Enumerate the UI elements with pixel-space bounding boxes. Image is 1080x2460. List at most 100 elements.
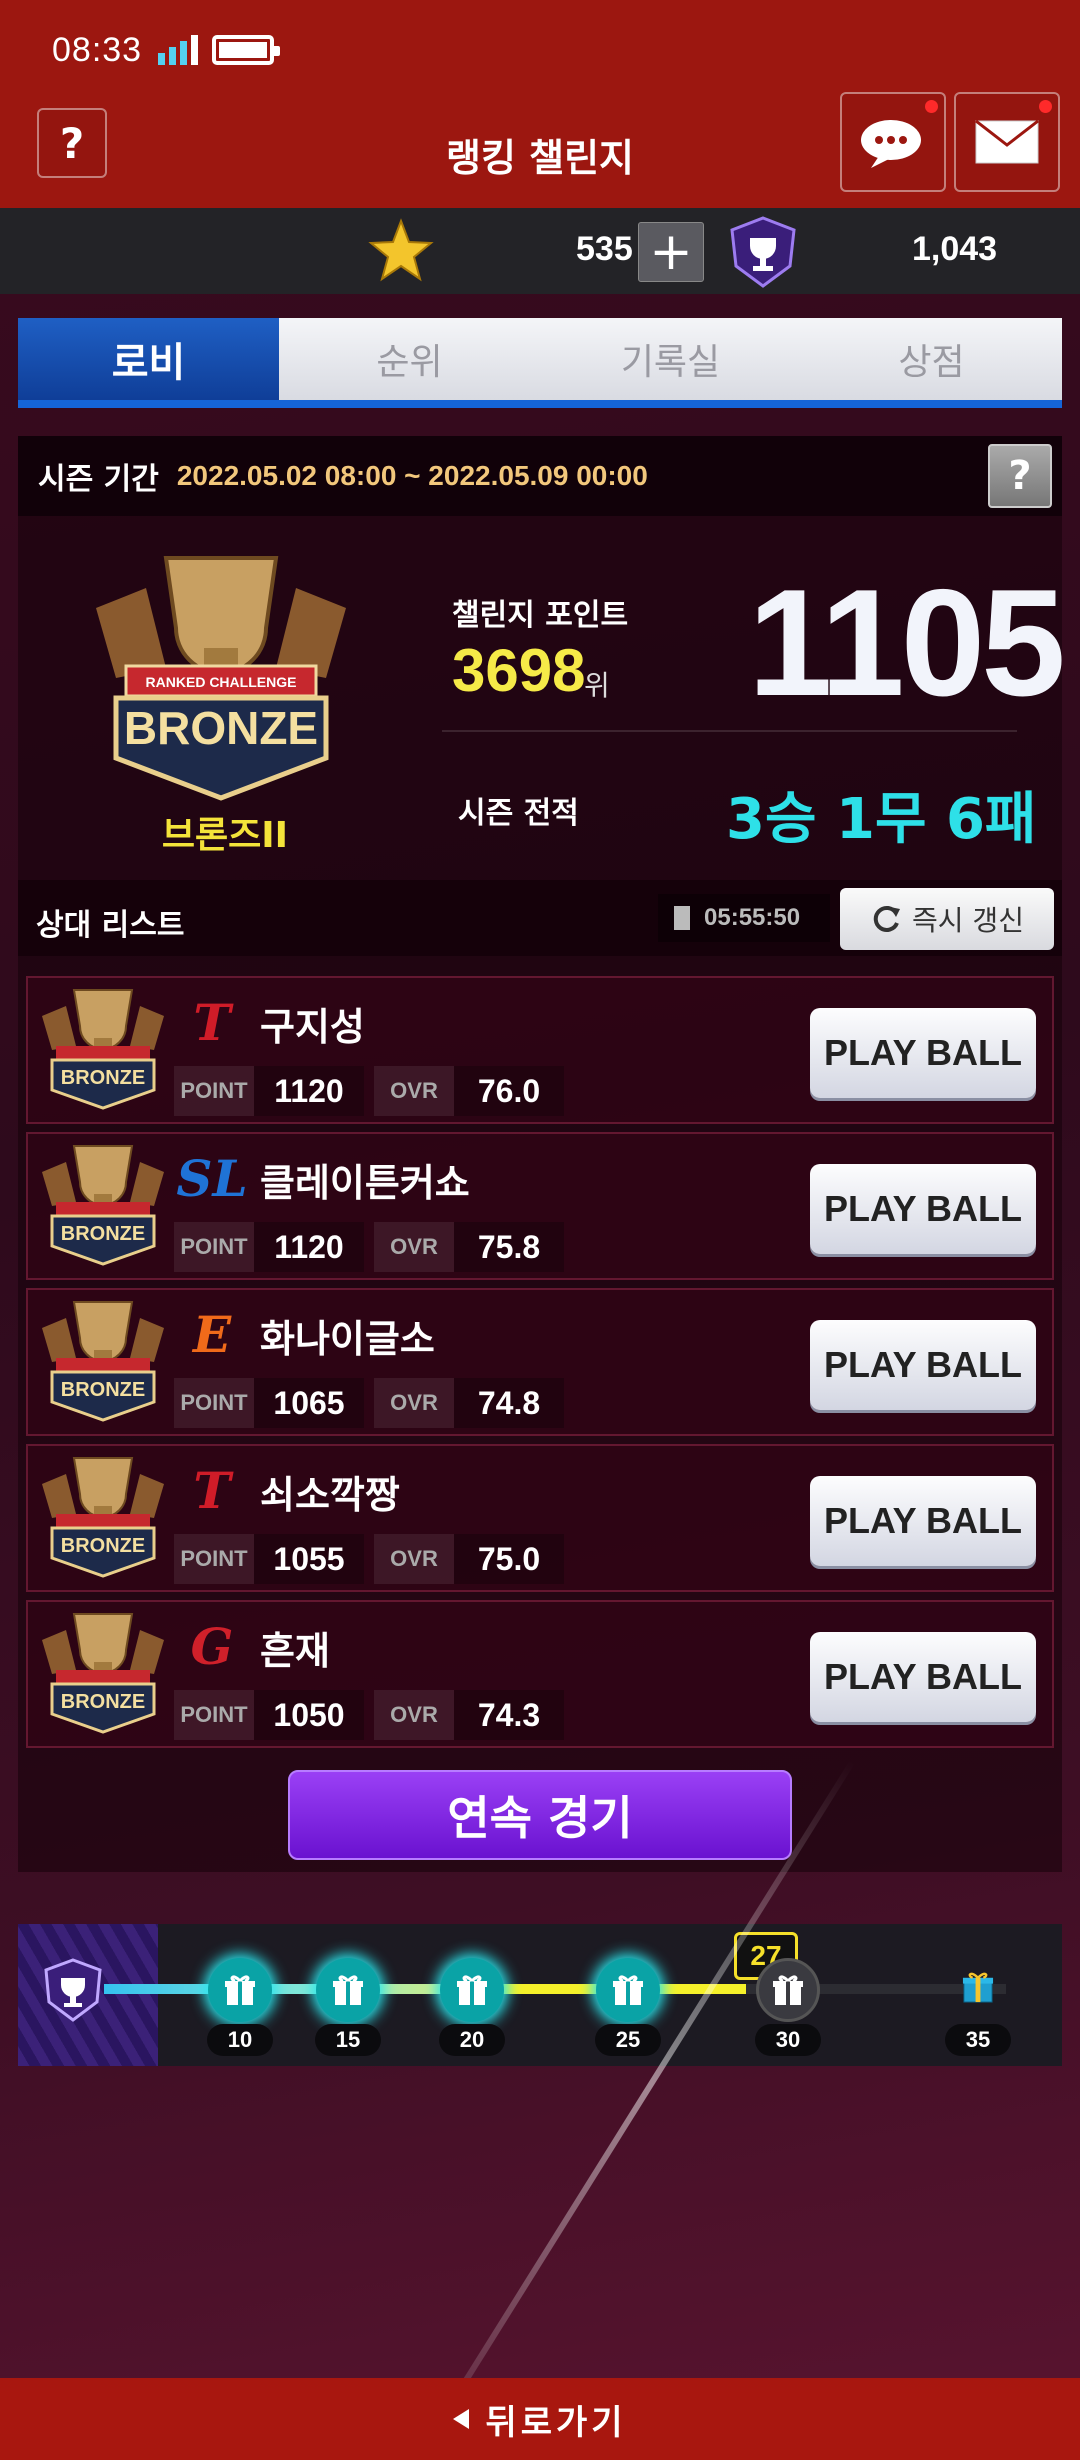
page-title: 랭킹 챌린지	[445, 135, 635, 180]
milestone-label: 20	[439, 2024, 505, 2056]
trophy-count: 1,043	[912, 230, 998, 268]
opponent-name: 흔재	[260, 1629, 330, 1673]
ovr-key: OVR	[374, 1066, 454, 1116]
ovr-stat: OVR 76.0	[374, 1066, 564, 1116]
bronze-emblem-icon: BRONZE	[42, 1301, 164, 1422]
milestone-label: 25	[595, 2024, 661, 2056]
mail-button[interactable]	[954, 92, 1060, 192]
ovr-value: 76.0	[454, 1066, 564, 1116]
gift-icon	[773, 1975, 803, 2005]
team-logo-icon: SL	[176, 1148, 248, 1208]
milestone-label: 10	[207, 2024, 273, 2056]
opponent-name: 쇠소깍짱	[260, 1473, 400, 1517]
star-count: 535	[576, 230, 633, 268]
point-value: 1055	[254, 1534, 364, 1584]
back-button[interactable]: 뒤로가기	[0, 2378, 1080, 2460]
reward-node[interactable]	[596, 1958, 660, 2022]
reward-node[interactable]	[208, 1958, 272, 2022]
ovr-value: 75.8	[454, 1222, 564, 1272]
opponent-list: BRONZE T 구지성 POINT 1120 OVR 76.0 PLAY BA…	[26, 976, 1054, 1756]
ovr-key: OVR	[374, 1378, 454, 1428]
reward-node[interactable]	[316, 1958, 380, 2022]
rank-unit: 위	[584, 669, 610, 702]
svg-text:BRONZE: BRONZE	[61, 1691, 145, 1713]
refresh-timer: 05:55:50	[658, 894, 830, 942]
chat-icon	[861, 120, 921, 168]
tab-shop[interactable]: 상점	[801, 318, 1062, 400]
chat-button[interactable]	[840, 92, 946, 192]
play-ball-button[interactable]: PLAY BALL	[810, 1008, 1036, 1098]
hourglass-icon	[674, 906, 690, 930]
point-value: 1065	[254, 1378, 364, 1428]
ovr-value: 75.0	[454, 1534, 564, 1584]
svg-text:BRONZE: BRONZE	[61, 1379, 145, 1401]
star-icon	[368, 218, 434, 282]
team-logo-icon: E	[192, 1304, 232, 1364]
play-ball-button[interactable]: PLAY BALL	[810, 1632, 1036, 1722]
clock: 08:33	[52, 30, 143, 69]
currency-bar: 535 + 1,043	[0, 208, 1080, 294]
challenge-points-value: 1105	[748, 558, 1066, 728]
progress-fill-reached	[104, 1984, 492, 1994]
season-period-bar: 시즌 기간 2022.05.02 08:00 ~ 2022.05.09 00:0…	[18, 436, 1062, 516]
opponent-row: BRONZE SL 클레이튼커쇼 POINT 1120 OVR 75.8 PLA…	[26, 1132, 1054, 1280]
svg-text:BRONZE: BRONZE	[61, 1223, 145, 1245]
notification-dot	[925, 100, 938, 113]
opponent-row: BRONZE T 쇠소깍짱 POINT 1055 OVR 75.0 PLAY B…	[26, 1444, 1054, 1592]
team-logo-icon: T	[193, 1460, 231, 1520]
reward-node[interactable]	[440, 1958, 504, 2022]
back-label: 뒤로가기	[485, 2402, 627, 2443]
tab-lobby[interactable]: 로비	[18, 318, 279, 400]
tab-records[interactable]: 기록실	[540, 318, 801, 400]
opponent-name: 화나이글소	[260, 1317, 435, 1361]
app-header: ? 랭킹 챌린지	[0, 92, 1080, 208]
ovr-value: 74.3	[454, 1690, 564, 1740]
gift-icon	[225, 1975, 255, 2005]
mail-icon	[975, 119, 1039, 164]
svg-text:BRONZE: BRONZE	[61, 1067, 145, 1089]
add-currency-button[interactable]: +	[638, 222, 704, 282]
point-stat: POINT 1055	[174, 1534, 364, 1584]
season-help-button[interactable]: ?	[988, 444, 1052, 508]
notification-dot	[1039, 100, 1052, 113]
point-value: 1120	[254, 1066, 364, 1116]
opponent-name: 클레이튼커쇼	[260, 1161, 470, 1205]
refresh-label: 즉시 갱신	[912, 904, 1024, 937]
timer-text: 05:55:50	[704, 904, 801, 931]
opponent-list-header: 상대 리스트 05:55:50 즉시 갱신	[18, 880, 1062, 956]
point-stat: POINT 1065	[174, 1378, 364, 1428]
point-key: POINT	[174, 1690, 254, 1740]
point-stat: POINT 1120	[174, 1222, 364, 1272]
play-ball-button[interactable]: PLAY BALL	[810, 1320, 1036, 1410]
reward-node[interactable]	[756, 1958, 820, 2022]
lobby-panel: 시즌 기간 2022.05.02 08:00 ~ 2022.05.09 00:0…	[18, 436, 1066, 1872]
help-button[interactable]: ?	[37, 108, 107, 178]
continuous-match-button[interactable]: 연속 경기	[288, 1770, 792, 1860]
opponent-row: BRONZE E 화나이글소 POINT 1065 OVR 74.8 PLAY …	[26, 1288, 1054, 1436]
instant-refresh-button[interactable]: 즉시 갱신	[840, 888, 1054, 950]
season-period-label: 시즌 기간	[38, 462, 159, 497]
battery-icon	[212, 35, 281, 65]
opponent-row: BRONZE G 흔재 POINT 1050 OVR 74.3 PLAY BAL…	[26, 1600, 1054, 1748]
ovr-stat: OVR 74.3	[374, 1690, 564, 1740]
play-ball-button[interactable]: PLAY BALL	[810, 1164, 1036, 1254]
point-key: POINT	[174, 1222, 254, 1272]
bronze-emblem-icon: BRONZE	[42, 989, 164, 1110]
svg-text:RANKED CHALLENGE: RANKED CHALLENGE	[146, 674, 297, 690]
point-value: 1050	[254, 1690, 364, 1740]
tab-bar: 로비 순위 기록실 상점	[18, 318, 1062, 408]
grand-reward-node[interactable]	[943, 1952, 1013, 2022]
season-record-label: 시즌 전적	[458, 796, 579, 831]
ovr-key: OVR	[374, 1534, 454, 1584]
point-key: POINT	[174, 1066, 254, 1116]
challenge-points-label: 챌린지 포인트	[452, 598, 629, 633]
tab-ranking[interactable]: 순위	[279, 318, 540, 400]
back-arrow-icon	[453, 2409, 470, 2429]
ovr-stat: OVR 75.8	[374, 1222, 564, 1272]
opponent-row: BRONZE T 구지성 POINT 1120 OVR 76.0 PLAY BA…	[26, 976, 1054, 1124]
ovr-stat: OVR 75.0	[374, 1534, 564, 1584]
bronze-emblem-icon: BRONZE	[42, 1457, 164, 1578]
opponent-name: 구지성	[260, 1005, 365, 1049]
team-logo-icon: T	[193, 992, 231, 1052]
play-ball-button[interactable]: PLAY BALL	[810, 1476, 1036, 1566]
